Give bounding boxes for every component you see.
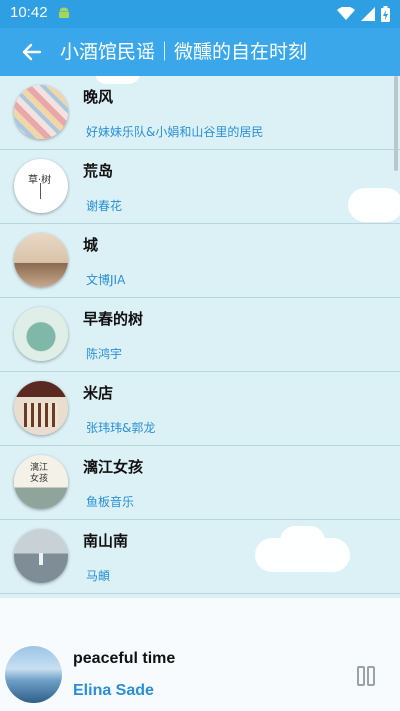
album-cover [14, 85, 68, 139]
now-playing-cover [5, 646, 62, 703]
song-artist: 好妹妹乐队&小娟和山谷里的居民 [86, 125, 264, 139]
song-artist: 陈鸿宇 [86, 347, 123, 361]
song-list[interactable]: 晚风 好妹妹乐队&小娟和山谷里的居民 草·树 荒岛 谢春花 城 文博JIA 早春… [0, 76, 400, 598]
status-time: 10:42 [10, 4, 48, 21]
list-item[interactable]: 米店 张玮玮&郭龙 [0, 372, 400, 446]
song-artist: 文博JIA [86, 273, 126, 287]
album-cover [14, 529, 68, 583]
mini-player[interactable]: peaceful time Elina Sade [0, 598, 400, 711]
list-item[interactable]: 漓江 女孩 漓江女孩 鱼板音乐 [0, 446, 400, 520]
song-title: 城 [83, 236, 99, 254]
battery-charging-icon [381, 6, 390, 22]
android-notification-icon [59, 7, 69, 18]
list-item[interactable]: 晚风 好妹妹乐队&小娟和山谷里的居民 [0, 76, 400, 150]
song-artist: 马頔 [86, 569, 111, 583]
now-playing-artist: Elina Sade [73, 682, 154, 699]
status-bar: 10:42 [0, 0, 400, 28]
song-artist: 谢春花 [86, 199, 123, 213]
status-icons [337, 5, 390, 23]
song-title: 漓江女孩 [83, 458, 144, 476]
now-playing-title: peaceful time [73, 650, 176, 667]
song-title: 南山南 [83, 532, 129, 550]
list-item[interactable]: 城 文博JIA [0, 224, 400, 298]
list-item[interactable]: 南山南 马頔 [0, 520, 400, 594]
page-title: 小酒馆民谣｜微醺的自在时刻 [60, 41, 308, 63]
song-title: 早春的树 [83, 310, 144, 328]
album-cover: 草·树 [14, 159, 68, 213]
list-item[interactable]: 早春的树 陈鸿宇 [0, 298, 400, 372]
back-arrow-icon[interactable] [18, 38, 46, 66]
song-artist: 张玮玮&郭龙 [86, 421, 156, 435]
song-artist: 鱼板音乐 [86, 495, 135, 509]
pause-icon[interactable] [354, 664, 378, 688]
song-title: 荒岛 [83, 162, 114, 180]
album-cover [14, 381, 68, 435]
list-item[interactable]: 草·树 荒岛 谢春花 [0, 150, 400, 224]
signal-icon [361, 7, 375, 21]
song-title: 晚风 [83, 88, 114, 106]
app-bar: 小酒馆民谣｜微醺的自在时刻 [0, 28, 400, 76]
scrollbar[interactable] [394, 76, 398, 171]
album-cover [14, 233, 68, 287]
song-title: 米店 [83, 384, 114, 402]
album-cover: 漓江 女孩 [14, 455, 68, 509]
album-cover [14, 307, 68, 361]
wifi-icon [337, 7, 355, 20]
album-cover-text: 漓江 女孩 [30, 463, 49, 484]
